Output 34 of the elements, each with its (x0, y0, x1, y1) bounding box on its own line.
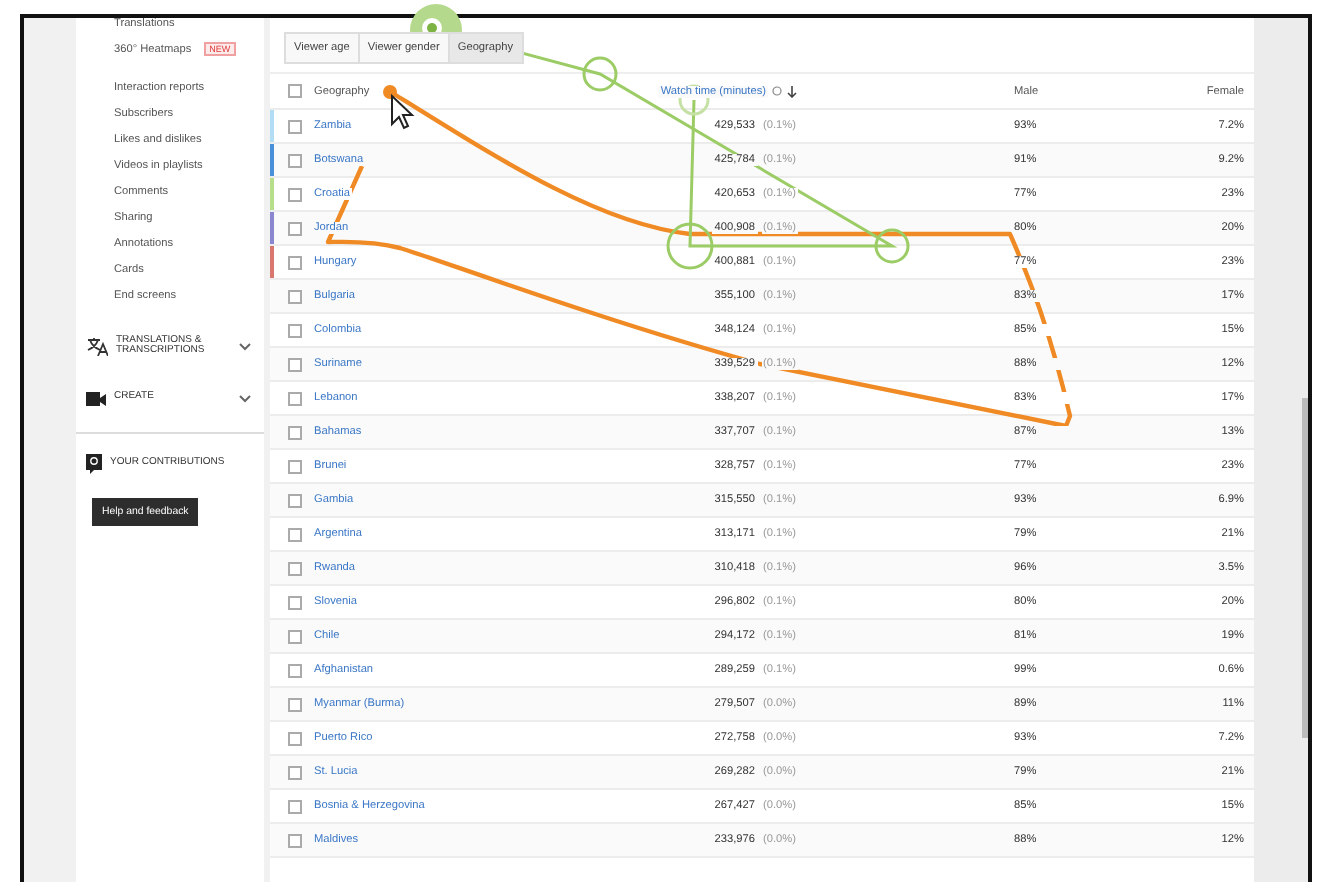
eye-icon (422, 18, 442, 38)
translate-icon (86, 336, 108, 356)
checkbox[interactable] (288, 187, 302, 201)
checkbox[interactable] (288, 629, 302, 643)
checkbox[interactable] (288, 527, 302, 541)
checkbox[interactable] (288, 357, 302, 371)
checkbox[interactable] (288, 255, 302, 269)
click-marker (582, 56, 618, 92)
checkbox[interactable] (288, 153, 302, 167)
scrollbar[interactable] (1254, 18, 1308, 882)
video-camera-icon (86, 389, 106, 407)
checkbox[interactable] (288, 663, 302, 677)
checkbox[interactable] (288, 765, 302, 779)
click-marker (874, 228, 910, 264)
checkbox[interactable] (288, 425, 302, 439)
checkbox[interactable] (288, 561, 302, 575)
checkbox[interactable] (288, 119, 302, 133)
checkbox[interactable] (288, 289, 302, 303)
checkbox[interactable] (288, 221, 302, 235)
checkbox[interactable] (288, 493, 302, 507)
checkbox[interactable] (288, 731, 302, 745)
checkbox[interactable] (288, 833, 302, 847)
checkbox[interactable] (288, 323, 302, 337)
sort-down-icon (786, 85, 798, 97)
checkbox[interactable] (288, 595, 302, 609)
checkbox[interactable] (288, 697, 302, 711)
comment-icon (86, 454, 102, 474)
click-marker (666, 222, 714, 270)
checkbox[interactable] (288, 799, 302, 813)
checkbox[interactable] (288, 391, 302, 405)
checkbox[interactable] (288, 459, 302, 473)
click-marker (383, 85, 397, 99)
checkbox[interactable] (288, 84, 302, 98)
info-icon (772, 86, 782, 96)
